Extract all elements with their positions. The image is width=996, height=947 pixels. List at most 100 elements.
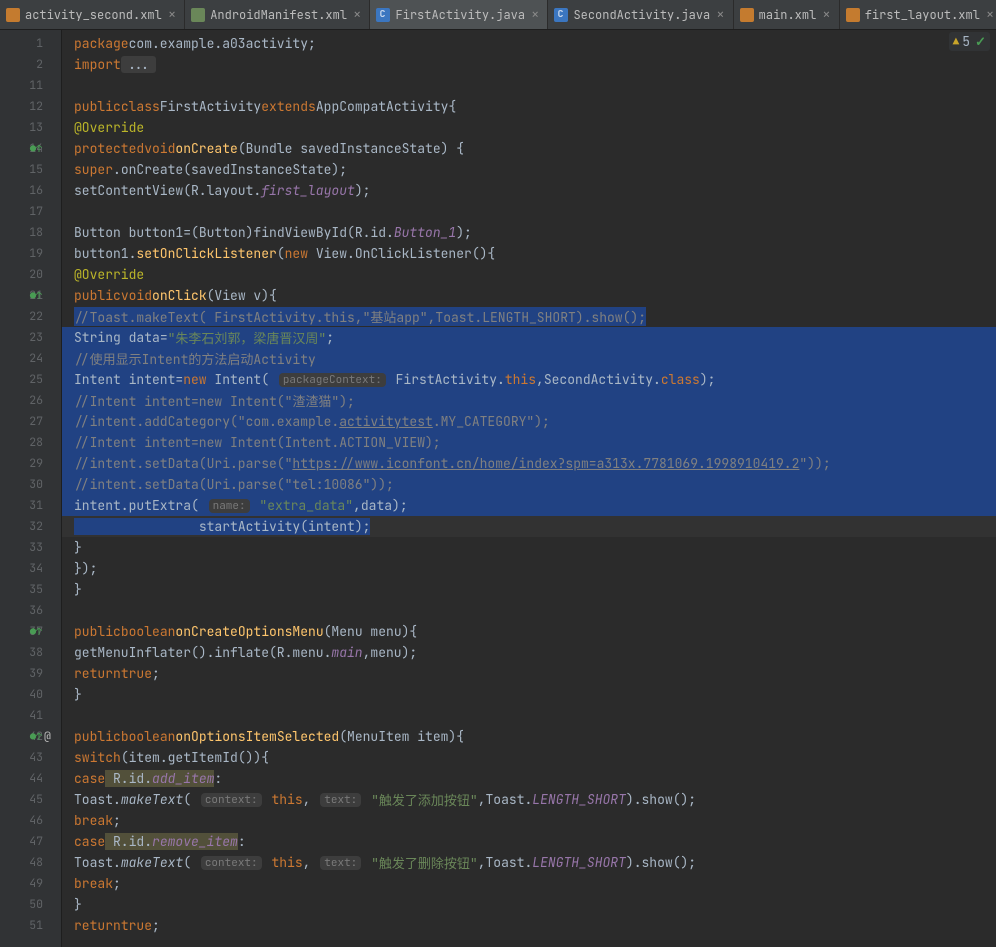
code-line: [62, 600, 996, 621]
gutter-line[interactable]: 21●↑: [0, 285, 61, 306]
manifest-file-icon: [191, 8, 205, 22]
tab-label: AndroidManifest.xml: [210, 7, 347, 23]
tab-activity_second-xml[interactable]: activity_second.xml ×: [0, 0, 185, 29]
tab-label: first_layout.xml: [865, 7, 980, 23]
code-line: String data="朱李石刘郭，梁唐晋汉周";: [62, 327, 996, 348]
gutter-line[interactable]: 18: [0, 222, 61, 243]
gutter-line[interactable]: 46: [0, 810, 61, 831]
gutter-line[interactable]: 32: [0, 516, 61, 537]
gutter-line[interactable]: 29: [0, 453, 61, 474]
gutter-line[interactable]: 16: [0, 180, 61, 201]
gutter-line[interactable]: 14●↑: [0, 138, 61, 159]
gutter-line[interactable]: 12: [0, 96, 61, 117]
gutter-line[interactable]: 11: [0, 75, 61, 96]
code-line: //使用显示Intent的方法启动Activity: [62, 348, 996, 369]
override-icon[interactable]: ●↑: [30, 730, 42, 743]
code-line: startActivity(intent);: [62, 516, 996, 537]
gutter-line[interactable]: 30: [0, 474, 61, 495]
editor-tabs: activity_second.xml × AndroidManifest.xml ×…: [0, 0, 996, 30]
tab-first_layout-xml[interactable]: first_layout.xml ×: [840, 0, 996, 29]
tab-label: FirstActivity.java: [395, 7, 525, 23]
gutter-line[interactable]: 43: [0, 747, 61, 768]
code-line: return true;: [62, 915, 996, 936]
override-icon[interactable]: ●↑: [30, 625, 42, 638]
gutter-line[interactable]: 48: [0, 852, 61, 873]
override-icon[interactable]: ●↑: [30, 142, 42, 155]
gutter-line[interactable]: 13: [0, 117, 61, 138]
gutter-line[interactable]: 24: [0, 348, 61, 369]
code-line: }: [62, 537, 996, 558]
code-line: switch(item.getItemId()){: [62, 747, 996, 768]
code-line: });: [62, 558, 996, 579]
java-file-icon: [554, 8, 568, 22]
code-line: }: [62, 684, 996, 705]
gutter-line[interactable]: 17: [0, 201, 61, 222]
gutter-line[interactable]: 1: [0, 33, 61, 54]
gutter-line[interactable]: 47: [0, 831, 61, 852]
gutter-line[interactable]: 44: [0, 768, 61, 789]
code-line: break;: [62, 873, 996, 894]
gutter-line[interactable]: 28: [0, 432, 61, 453]
gutter-line[interactable]: 45: [0, 789, 61, 810]
code-line: public void onClick(View v){: [62, 285, 996, 306]
tab-SecondActivity-java[interactable]: SecondActivity.java×: [548, 0, 733, 29]
gutter-line[interactable]: 19: [0, 243, 61, 264]
tab-label: activity_second.xml: [25, 7, 162, 23]
close-icon[interactable]: ×: [986, 6, 994, 24]
gutter-line[interactable]: 15: [0, 159, 61, 180]
gutter-line[interactable]: 42●↑@: [0, 726, 61, 747]
code-line: button1.setOnClickListener(new View.OnCl…: [62, 243, 996, 264]
close-icon[interactable]: ×: [716, 6, 724, 24]
code-line: Toast.makeText( context: this, text: "触发…: [62, 852, 996, 873]
code-area[interactable]: package com.example.a03activity; import …: [62, 30, 996, 947]
close-icon[interactable]: ×: [531, 6, 539, 24]
tab-AndroidManifest-xml[interactable]: AndroidManifest.xml ×: [185, 0, 370, 29]
code-line: case R.id.remove_item:: [62, 831, 996, 852]
annotation-icon: @: [44, 729, 51, 744]
tab-main-xml[interactable]: main.xml ×: [734, 0, 840, 29]
xml-file-icon: [846, 8, 860, 22]
code-line: super.onCreate(savedInstanceState);: [62, 159, 996, 180]
gutter-line[interactable]: 38: [0, 642, 61, 663]
gutter-line[interactable]: 40: [0, 684, 61, 705]
code-line: break;: [62, 810, 996, 831]
gutter-line[interactable]: 22: [0, 306, 61, 327]
close-icon[interactable]: ×: [353, 6, 361, 24]
gutter-line[interactable]: 31: [0, 495, 61, 516]
gutter-line[interactable]: 41: [0, 705, 61, 726]
code-line: Intent intent=new Intent( packageContext…: [62, 369, 996, 390]
code-line: @Override: [62, 264, 996, 285]
java-file-icon: [376, 8, 390, 22]
tab-FirstActivity-java[interactable]: FirstActivity.java ×: [370, 0, 548, 29]
gutter-line[interactable]: 50: [0, 894, 61, 915]
code-line: Toast.makeText( context: this, text: "触发…: [62, 789, 996, 810]
gutter-line[interactable]: 37●↑: [0, 621, 61, 642]
code-line: }: [62, 894, 996, 915]
override-icon[interactable]: ●↑: [30, 289, 42, 302]
editor-area: ▲ 5 ✓ 1211121314●↑15161718192021●↑222324…: [0, 30, 996, 947]
gutter-line[interactable]: 2: [0, 54, 61, 75]
gutter-line[interactable]: 34: [0, 558, 61, 579]
code-line: [62, 705, 996, 726]
tab-label: main.xml: [759, 7, 817, 23]
gutter-line[interactable]: 39: [0, 663, 61, 684]
gutter-line[interactable]: 27: [0, 411, 61, 432]
gutter-line[interactable]: 35: [0, 579, 61, 600]
code-line: [62, 201, 996, 222]
code-line: return true;: [62, 663, 996, 684]
code-line: public boolean onOptionsItemSelected(Men…: [62, 726, 996, 747]
close-icon[interactable]: ×: [822, 6, 830, 24]
code-line: [62, 75, 996, 96]
gutter-line[interactable]: 23: [0, 327, 61, 348]
gutter-line[interactable]: 26: [0, 390, 61, 411]
gutter-line[interactable]: 49: [0, 873, 61, 894]
gutter-line[interactable]: 51: [0, 915, 61, 936]
gutter[interactable]: 1211121314●↑15161718192021●↑222324252627…: [0, 30, 62, 947]
gutter-line[interactable]: 20: [0, 264, 61, 285]
code-line: //Intent intent=new Intent("渣渣猫");: [62, 390, 996, 411]
code-line: getMenuInflater().inflate(R.menu.main,me…: [62, 642, 996, 663]
close-icon[interactable]: ×: [168, 6, 176, 24]
gutter-line[interactable]: 36: [0, 600, 61, 621]
gutter-line[interactable]: 25: [0, 369, 61, 390]
gutter-line[interactable]: 33: [0, 537, 61, 558]
